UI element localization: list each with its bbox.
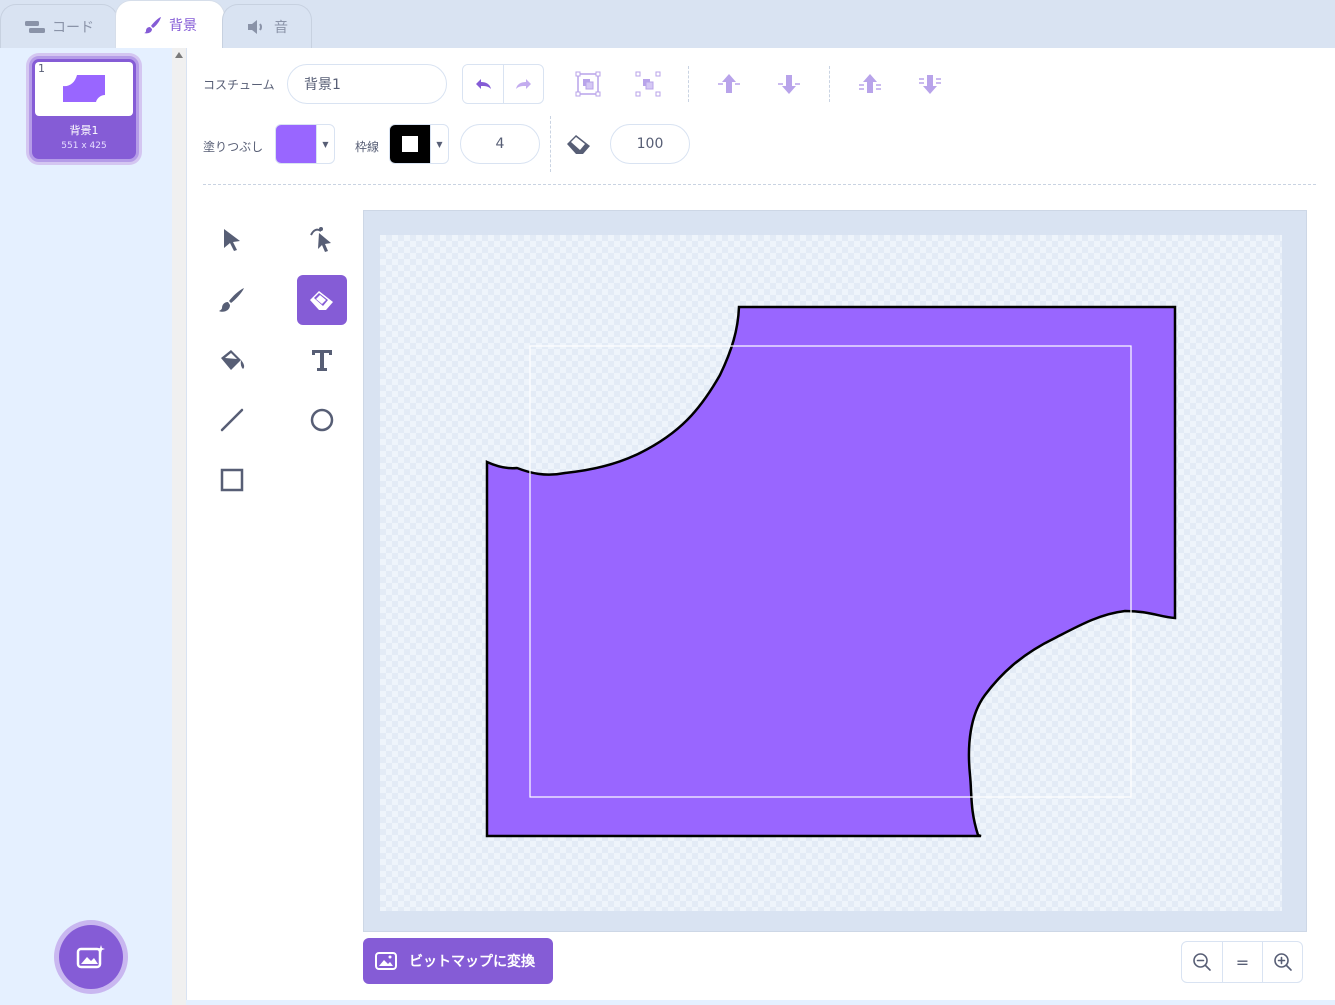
outline-color-picker[interactable]: ▼ — [389, 124, 449, 164]
zoom-in-icon — [1273, 953, 1292, 971]
convert-to-bitmap-button[interactable]: ビットマップに変換 — [363, 938, 553, 984]
image-icon — [375, 952, 397, 970]
rectangle-tool[interactable] — [207, 455, 257, 505]
eraser-icon — [310, 291, 333, 310]
eraser-size-input[interactable]: 100 — [610, 124, 690, 164]
line-tool[interactable] — [207, 395, 257, 445]
group-button[interactable] — [572, 68, 604, 100]
send-to-back-icon — [919, 75, 941, 94]
add-backdrop-button[interactable] — [59, 925, 123, 989]
paint-bucket-icon — [221, 350, 245, 370]
outline-swatch-inner — [402, 136, 418, 152]
front-button[interactable] — [854, 68, 886, 100]
scroll-up-arrow-icon[interactable] — [175, 52, 183, 58]
zoom-out-button[interactable] — [1182, 942, 1222, 982]
editor-tab-bar: コード 背景 音 — [0, 0, 1335, 48]
bring-to-front-icon — [859, 74, 881, 93]
line-icon — [220, 408, 244, 432]
paintbrush-icon — [144, 16, 161, 33]
circle-tool[interactable] — [297, 395, 347, 445]
outline-width-input[interactable]: 4 — [460, 124, 540, 164]
toolbar-divider — [550, 116, 551, 172]
paint-canvas[interactable] — [380, 235, 1282, 911]
undo-button[interactable] — [463, 65, 503, 103]
toolbar-separator — [203, 184, 1316, 185]
ungroup-icon — [635, 71, 661, 97]
zoom-controls: = — [1181, 941, 1303, 983]
square-icon — [220, 468, 244, 492]
fill-label: 塗りつぶし — [203, 140, 264, 154]
eraser-tool[interactable] — [297, 275, 347, 325]
arrow-down-icon — [778, 75, 800, 94]
eraser-icon — [567, 135, 590, 154]
tab-code-label: コード — [52, 19, 94, 36]
eraser-size-icon-wrap — [563, 128, 595, 160]
forward-button[interactable] — [713, 68, 745, 100]
toolbar-divider — [829, 66, 830, 102]
costume-name-input[interactable]: 背景1 — [287, 64, 447, 104]
redo-icon — [515, 79, 531, 89]
backward-button[interactable] — [773, 68, 805, 100]
canvas-drawing — [485, 305, 1177, 838]
backdrop-name: 背景1 — [69, 124, 99, 137]
arrow-up-icon — [718, 74, 740, 93]
convert-to-bitmap-label: ビットマップに変換 — [409, 954, 535, 970]
select-arrow-icon — [224, 229, 240, 251]
tab-sounds[interactable]: 音 — [222, 4, 312, 48]
paintbrush-icon — [219, 288, 244, 312]
group-icon — [575, 71, 601, 97]
backdrop-list-scrollbar[interactable] — [172, 48, 186, 1005]
undo-icon — [476, 79, 491, 89]
backdrop-thumbnail — [35, 62, 133, 116]
backdrop-tile[interactable]: 1 背景1 551 x 425 — [29, 56, 139, 162]
undo-redo-group — [462, 64, 544, 104]
redo-button[interactable] — [503, 65, 543, 103]
fill-color-swatch — [276, 125, 316, 163]
fill-tool[interactable] — [207, 335, 257, 385]
chevron-down-icon: ▼ — [430, 125, 448, 163]
reshape-icon — [310, 227, 331, 252]
backdrop-shape[interactable] — [485, 305, 1177, 838]
outline-color-swatch — [390, 125, 430, 163]
paint-canvas-frame — [363, 210, 1307, 932]
zoom-in-button[interactable] — [1262, 942, 1302, 982]
speaker-icon — [248, 19, 262, 34]
chevron-down-icon: ▼ — [316, 125, 334, 163]
code-blocks-icon — [25, 20, 45, 33]
tab-backdrop[interactable]: 背景 — [115, 0, 225, 48]
zoom-out-icon — [1193, 953, 1211, 971]
reshape-tool[interactable] — [297, 215, 347, 265]
circle-icon — [310, 408, 334, 432]
tab-code[interactable]: コード — [0, 4, 118, 48]
text-t-icon — [312, 350, 332, 371]
select-tool[interactable] — [207, 215, 257, 265]
tab-backdrop-label: 背景 — [169, 17, 197, 34]
zoom-reset-button[interactable]: = — [1222, 942, 1262, 982]
backdrop-list: 1 背景1 551 x 425 — [0, 48, 172, 1005]
paint-editor: コスチューム 背景1 塗りつぶし ▼ 枠線 ▼ 4 100 ビットマップに変換 … — [186, 48, 1335, 1000]
text-tool[interactable] — [297, 335, 347, 385]
outline-label: 枠線 — [355, 140, 380, 154]
backdrop-size: 551 x 425 — [61, 141, 107, 151]
backdrop-number: 1 — [38, 62, 45, 75]
ungroup-button[interactable] — [632, 68, 664, 100]
costume-name-label: コスチューム — [203, 78, 275, 92]
back-button[interactable] — [914, 68, 946, 100]
brush-tool[interactable] — [207, 275, 257, 325]
image-add-icon — [76, 945, 105, 969]
fill-color-picker[interactable]: ▼ — [275, 124, 335, 164]
toolbar-divider — [688, 66, 689, 102]
tab-sounds-label: 音 — [274, 19, 288, 36]
